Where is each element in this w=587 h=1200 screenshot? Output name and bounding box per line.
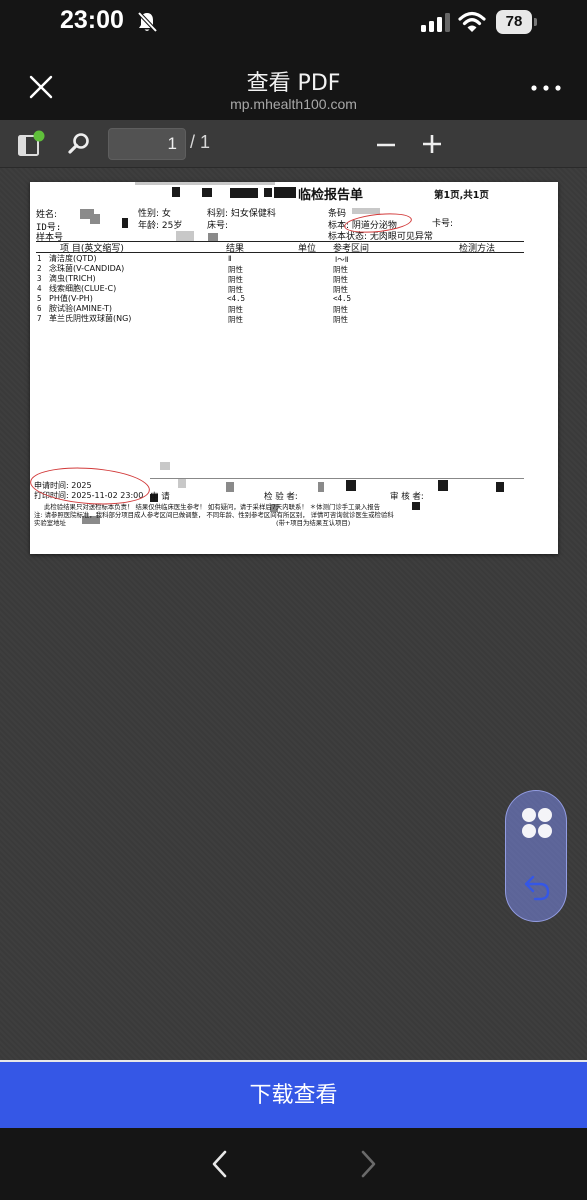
footer-legend: (带+项目为结果互认项目) (276, 519, 351, 527)
row-name: 革兰氏阴性双球菌(NG) (49, 314, 132, 323)
row-no: 5 (37, 294, 42, 303)
row-no: 3 (37, 274, 42, 283)
pdf-toolbar: / 1 (0, 120, 587, 168)
bell-slash-icon (137, 11, 158, 33)
more-icon[interactable] (530, 80, 562, 96)
row-no: 4 (37, 284, 42, 293)
battery-level: 78 (496, 10, 532, 34)
row-result: 阴性 (228, 315, 243, 324)
table-header-rule (36, 252, 524, 253)
redaction (160, 462, 170, 470)
reviewer-label: 审 核 者: (390, 492, 424, 502)
redaction (90, 214, 100, 224)
redaction (496, 482, 504, 492)
chevron-left-icon[interactable] (206, 1148, 234, 1180)
lab-address: 实验室地址 (34, 519, 66, 527)
redaction (274, 187, 296, 198)
bottom-nav (0, 1128, 587, 1200)
plus-icon[interactable] (418, 130, 446, 158)
download-button[interactable]: 下载查看 (0, 1060, 587, 1128)
battery-icon: 78 (496, 10, 538, 34)
chevron-right-icon[interactable] (354, 1148, 382, 1180)
redaction (318, 482, 324, 492)
wifi-icon (458, 11, 486, 32)
apps-icon[interactable] (519, 805, 555, 841)
redaction (172, 187, 180, 197)
tester-label: 检 验 者: (264, 492, 298, 502)
floating-tools (505, 790, 567, 922)
minus-icon[interactable] (372, 132, 400, 158)
row-no: 7 (37, 314, 42, 323)
redaction (438, 480, 448, 491)
document-title: 临检报告单 (298, 188, 364, 203)
status-time: 23:00 (60, 6, 124, 34)
field-name-label: 姓名: (36, 210, 58, 220)
redaction (176, 231, 194, 241)
field-bed-label: 床号: (207, 221, 229, 231)
row-result: Ⅱ (228, 254, 232, 263)
redaction (202, 188, 212, 197)
field-card-label: 卡号: (432, 219, 454, 229)
redaction (412, 502, 420, 510)
redaction (135, 182, 275, 185)
footer-rule (150, 478, 524, 479)
redaction (230, 188, 258, 198)
page-url: mp.mhealth100.com (230, 96, 357, 112)
redaction (208, 233, 218, 241)
battery-tip (534, 18, 537, 26)
redaction (122, 218, 128, 228)
page-total: / 1 (190, 132, 211, 152)
sidebar-toggle-icon[interactable] (16, 130, 46, 158)
row-ref: <4.5 (333, 294, 352, 303)
redaction (178, 478, 186, 488)
page-number-input[interactable] (108, 128, 186, 160)
cellular-signal-icon (421, 13, 450, 32)
redaction (226, 482, 234, 492)
title-bar: 查看 PDF mp.mhealth100.com (0, 48, 587, 120)
redaction (264, 188, 272, 197)
field-age: 年龄: 25岁 (138, 221, 183, 231)
row-no: 1 (37, 254, 42, 263)
row-no: 2 (37, 264, 42, 273)
status-bar: 23:00 78 (0, 0, 587, 48)
pdf-page[interactable]: 临检报告单 第1页,共1页 姓名: 性别: 女 科别: 妇女保健科 条码 卡号:… (30, 182, 558, 554)
applicant-label: 申 请 (150, 492, 170, 502)
page-title: 查看 PDF (246, 71, 341, 96)
redaction (346, 480, 356, 491)
document-page-info: 第1页,共1页 (434, 190, 489, 201)
row-ref: 阴性 (333, 315, 348, 324)
row-no: 6 (37, 304, 42, 313)
row-result: <4.5 (227, 294, 246, 303)
undo-icon[interactable] (521, 871, 553, 903)
search-icon[interactable] (66, 131, 92, 157)
